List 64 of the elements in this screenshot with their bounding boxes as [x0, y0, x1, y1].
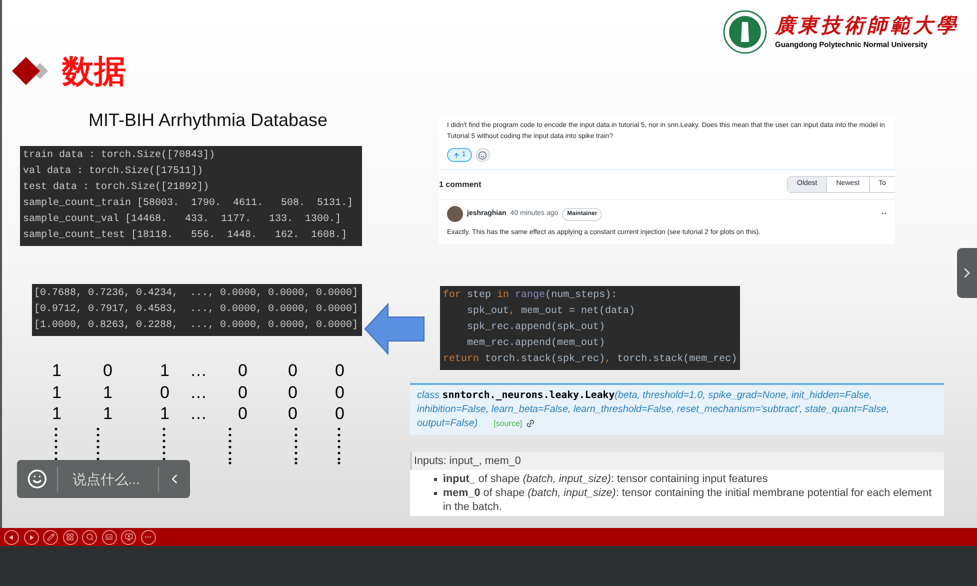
more-button[interactable]	[140, 530, 156, 544]
slide-title: 数据	[62, 55, 126, 87]
grid-icon	[66, 533, 74, 541]
triangle-left-icon	[9, 534, 14, 540]
more-options-button[interactable]: ··	[882, 210, 887, 218]
code-output: train data : torch.Size([70843]) val data : torch.Size([17511]) test data : torch.Size([21892]) sample_count_train [58003. 1790. 4611. 508. 5131.] sample_count_val [14468. 433. 1177. 133. 1300.] sample_count_test [18118. 556. 1448. 162. 1608.]	[20, 146, 362, 246]
comment-count: 1 comment	[439, 178, 482, 190]
left-arrow-icon	[364, 303, 426, 355]
matrix-value: 0	[288, 403, 298, 424]
matrix-value: 1	[160, 360, 170, 381]
matrix-value: …	[190, 360, 207, 381]
matrix-value: 1	[52, 382, 62, 402]
comment-input[interactable]: 说点什么...	[58, 468, 158, 490]
monitor-icon	[124, 533, 132, 541]
add-reaction-button[interactable]	[476, 148, 490, 162]
input-description: input_ of shape (batch, input_size): tensor containing input features	[443, 472, 768, 486]
matrix-value: 1	[52, 360, 62, 381]
matrix-value: 0	[288, 382, 298, 402]
matrix-value: 1	[160, 403, 170, 424]
section-heading: MIT-BIH Arrhythmia Database	[88, 109, 328, 132]
previous-button[interactable]	[4, 530, 19, 544]
pen-icon	[46, 533, 54, 541]
link-icon	[524, 417, 537, 430]
matrix-value: 0	[288, 360, 298, 381]
next-button[interactable]	[24, 530, 38, 544]
inputs-heading: Inputs: input_, mem_0	[410, 452, 944, 470]
search-icon	[86, 533, 94, 541]
matrix-value: 0	[335, 382, 344, 402]
comment-input-field[interactable]: 说点什么...	[17, 460, 190, 498]
matrix-value: …	[190, 382, 207, 402]
subtitles-icon	[105, 533, 113, 541]
arrow-up-icon	[453, 152, 460, 158]
vertical-ellipsis-icon	[337, 426, 341, 464]
matrix-value: 0	[335, 403, 344, 424]
slides-button[interactable]	[62, 530, 78, 544]
vertical-ellipsis-icon	[294, 426, 298, 464]
screen-button[interactable]	[121, 530, 136, 544]
matrix-value: 0	[335, 360, 344, 381]
matrix-value: …	[190, 403, 207, 424]
next-slide-button[interactable]	[957, 248, 977, 298]
input-description: mem_0 of shape (batch, input_size): tensor containing the initial membrane potential for each element in the batch.	[443, 486, 933, 514]
vertical-ellipsis-icon	[228, 426, 232, 464]
code-snippet: for step in range(num_steps): spk_out, mem_out = net(data) spk_rec.append(spk_out) mem_rec.append(mem_out) return torch.stack(spk_rec), torch.stack(mem_rec)	[440, 286, 740, 370]
subtitles-button[interactable]	[102, 530, 116, 544]
matrix-value: 0	[160, 382, 170, 402]
bullet-icon	[434, 492, 437, 496]
matrix-value: 0	[238, 360, 248, 381]
code-output: [0.7688, 0.7236, 0.4234, ..., 0.0000, 0.0000, 0.0000] [0.9712, 0.7917, 0.4583, ..., 0.0000, 0.0000, 0.0000] [1.0000, 0.8263, 0.2288, ..., 0.0000, 0.0000, 0.0000]	[32, 284, 362, 336]
university-seal-logo	[723, 10, 767, 54]
smiley-icon[interactable]	[27, 468, 48, 490]
matrix-value: 0	[238, 382, 248, 402]
matrix-value: 1	[103, 403, 112, 424]
university-name: 廣東技術師範大學	[775, 14, 959, 39]
matrix-value: 1	[52, 403, 62, 424]
api-signature: class snntorch._neurons.leaky.Leaky(beta, threshold=1.0, spike_grad=None, init_hidden=False, inhibition=False, learn_beta=False, learn_threshold=False, reset_mechanism='subtract', state_quant=False, output=False) [source]	[417, 389, 890, 432]
search-button[interactable]	[82, 530, 97, 544]
triangle-right-icon	[28, 534, 34, 540]
matrix-value: 0	[103, 360, 112, 381]
matrix-value: 0	[238, 403, 248, 424]
pen-button[interactable]	[43, 530, 58, 544]
bullet-icon	[434, 478, 437, 482]
smiley-icon	[478, 150, 488, 160]
matrix-value: 1	[103, 382, 112, 402]
avatar	[447, 206, 463, 222]
